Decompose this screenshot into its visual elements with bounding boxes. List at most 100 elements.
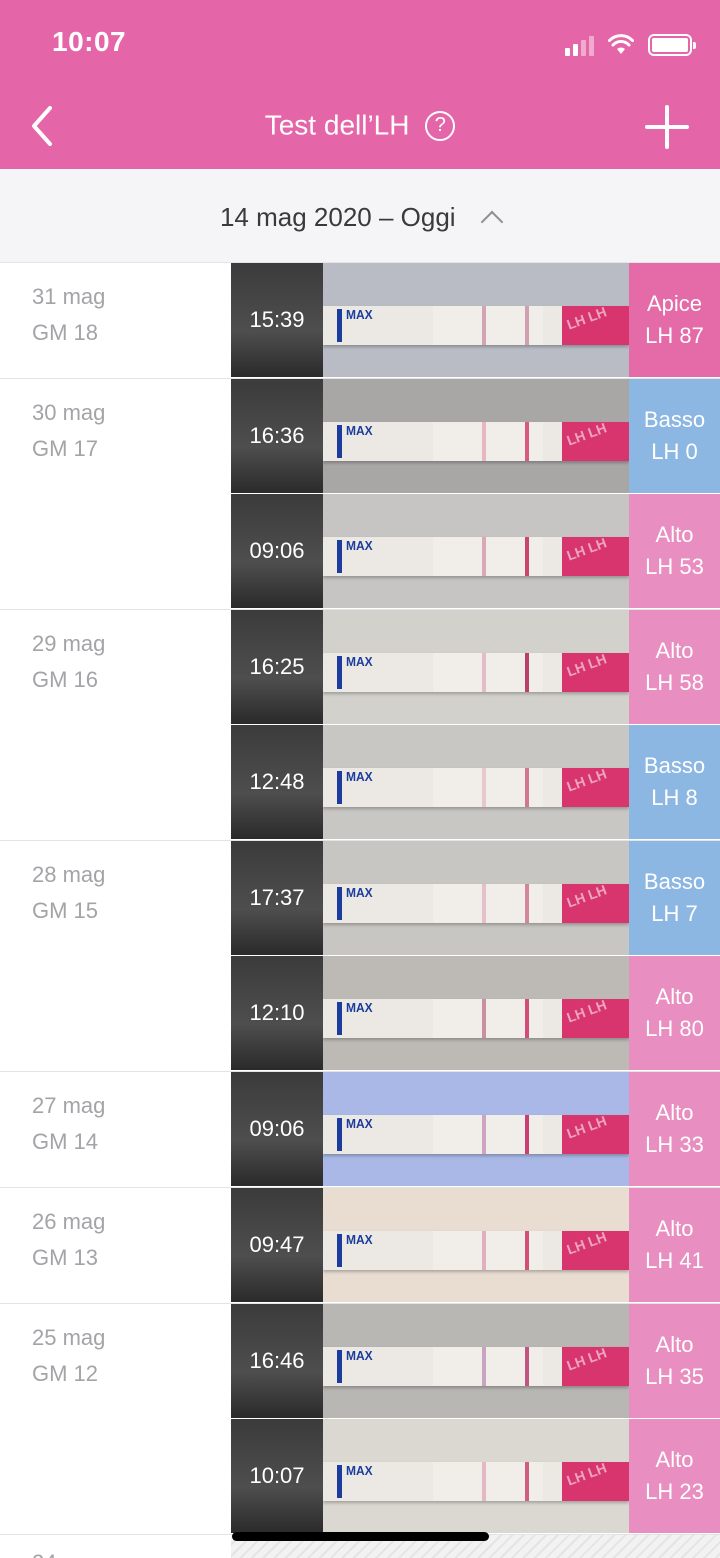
test-list: 31 mag GM 18 15:39 MAX Apice LH 87 30 mag GM 17…	[0, 262, 720, 1558]
add-test-button[interactable]	[644, 104, 690, 150]
strip-max-label: MAX	[346, 539, 373, 554]
strip-max-label: MAX	[346, 1464, 373, 1479]
date-range-selector[interactable]: 14 mag 2020 – Oggi	[0, 169, 720, 262]
cycle-day: GM 16	[32, 667, 99, 692]
day-date: 26 mag	[32, 1209, 106, 1234]
test-row[interactable]: 09:06 MAX Alto LH 53	[231, 494, 720, 609]
strip-max-label: MAX	[346, 424, 373, 439]
test-time: 16:25	[231, 610, 323, 724]
test-row[interactable]: 12:10 MAX Alto LH 80	[231, 956, 720, 1071]
day-label: 24 mag	[0, 1535, 231, 1558]
test-strip-photo: MAX	[323, 610, 629, 724]
cycle-day: GM 17	[32, 436, 99, 461]
test-strip-photo: MAX	[323, 1072, 629, 1186]
day-tests: 17:37 MAX Basso LH 7 12:10 MAX Alto LH 80	[231, 841, 720, 1071]
result-lh-value: LH 80	[645, 1016, 704, 1041]
cycle-day: GM 15	[32, 898, 99, 923]
test-strip-photo: MAX	[323, 1419, 629, 1533]
cellular-signal-icon	[565, 34, 594, 56]
result-lh-value: LH 23	[645, 1479, 704, 1504]
home-indicator[interactable]	[232, 1532, 489, 1541]
test-result: Alto LH 23	[629, 1419, 720, 1533]
status-icons	[565, 32, 696, 56]
test-time: 09:06	[231, 494, 323, 608]
result-level: Alto	[655, 1216, 694, 1241]
test-strip-photo: MAX	[323, 725, 629, 839]
test-strip-photo: MAX	[323, 956, 629, 1070]
day-date: 29 mag	[32, 631, 106, 656]
result-lh-value: LH 33	[645, 1132, 704, 1157]
day-tests: 15:39 MAX Apice LH 87	[231, 263, 720, 378]
test-row[interactable]: 10:07 MAX Alto LH 23	[231, 1419, 720, 1534]
test-time: 17:37	[231, 841, 323, 955]
strip-max-label: MAX	[346, 308, 373, 323]
day-label: 25 mag GM 12	[0, 1304, 231, 1534]
test-time: 12:48	[231, 725, 323, 839]
test-row[interactable]: 09:47 MAX Alto LH 41	[231, 1188, 720, 1303]
app-header: 10:07 Test dell’LH ?	[0, 0, 720, 169]
test-result: Alto LH 35	[629, 1304, 720, 1418]
test-result: Basso LH 7	[629, 841, 720, 955]
result-level: Alto	[655, 984, 694, 1009]
strip-max-label: MAX	[346, 655, 373, 670]
test-result: Alto LH 53	[629, 494, 720, 608]
test-result: Basso LH 8	[629, 725, 720, 839]
day-group: 31 mag GM 18 15:39 MAX Apice LH 87	[0, 262, 720, 378]
result-level: Alto	[655, 1447, 694, 1472]
day-label: 30 mag GM 17	[0, 379, 231, 609]
test-result: Alto LH 41	[629, 1188, 720, 1302]
chevron-up-icon	[480, 210, 504, 234]
test-row[interactable]: 16:36 MAX Basso LH 0	[231, 379, 720, 494]
test-time: 09:06	[231, 1072, 323, 1186]
day-date: 24 mag	[32, 1545, 231, 1558]
day-label: 29 mag GM 16	[0, 610, 231, 840]
result-level: Alto	[655, 522, 694, 547]
test-strip-photo: MAX	[323, 1188, 629, 1302]
day-group: 29 mag GM 16 16:25 MAX Alto LH 58 12:48 MAX Bass…	[0, 609, 720, 840]
result-lh-value: LH 58	[645, 670, 704, 695]
result-lh-value: LH 0	[651, 439, 698, 464]
test-time: 16:46	[231, 1304, 323, 1418]
day-group: 26 mag GM 13 09:47 MAX Alto LH 41	[0, 1187, 720, 1303]
status-time: 10:07	[52, 26, 127, 57]
test-row[interactable]: 12:48 MAX Basso LH 8	[231, 725, 720, 840]
battery-icon	[648, 34, 696, 56]
date-range-label: 14 mag 2020 – Oggi	[219, 202, 456, 232]
day-date: 27 mag	[32, 1093, 106, 1118]
day-group: 28 mag GM 15 17:37 MAX Basso LH 7 12:10 MAX Alto…	[0, 840, 720, 1071]
test-row[interactable]: 16:46 MAX Alto LH 35	[231, 1304, 720, 1419]
result-level: Basso	[643, 869, 706, 894]
cycle-day: GM 18	[32, 320, 99, 345]
day-date: 31 mag	[32, 284, 106, 309]
test-time: 09:47	[231, 1188, 323, 1302]
test-row[interactable]: 16:25 MAX Alto LH 58	[231, 610, 720, 725]
day-tests: 16:25 MAX Alto LH 58 12:48 MAX Basso LH 8	[231, 610, 720, 840]
day-tests: 16:36 MAX Basso LH 0 09:06 MAX Alto LH 53	[231, 379, 720, 609]
result-lh-value: LH 8	[651, 785, 698, 810]
test-result: Alto LH 80	[629, 956, 720, 1070]
page-title: Test dell’LH ?	[0, 108, 720, 142]
test-time: 16:36	[231, 379, 323, 493]
test-time: 10:07	[231, 1419, 323, 1533]
question-circle-icon[interactable]: ?	[425, 110, 456, 141]
result-level: Alto	[655, 1332, 694, 1357]
day-group: 25 mag GM 12 16:46 MAX Alto LH 35 10:07 MAX Alto…	[0, 1303, 720, 1534]
test-row[interactable]: 15:39 MAX Apice LH 87	[231, 263, 720, 378]
test-row[interactable]: 17:37 MAX Basso LH 7	[231, 841, 720, 956]
test-time: 15:39	[231, 263, 323, 377]
day-label: 28 mag GM 15	[0, 841, 231, 1071]
result-lh-value: LH 87	[645, 323, 704, 348]
test-strip-photo: MAX	[323, 841, 629, 955]
day-label: 27 mag GM 14	[0, 1072, 231, 1187]
day-tests: 09:47 MAX Alto LH 41	[231, 1188, 720, 1303]
day-group: 27 mag GM 14 09:06 MAX Alto LH 33	[0, 1071, 720, 1187]
test-strip-photo: MAX	[323, 494, 629, 608]
plus-icon	[645, 105, 689, 149]
test-time: 12:10	[231, 956, 323, 1070]
strip-max-label: MAX	[346, 886, 373, 901]
cycle-day: GM 14	[32, 1129, 99, 1154]
cycle-day: GM 12	[32, 1361, 99, 1386]
test-row[interactable]: 09:06 MAX Alto LH 33	[231, 1072, 720, 1187]
day-tests: 16:46 MAX Alto LH 35 10:07 MAX Alto LH 23	[231, 1304, 720, 1534]
test-result: Alto LH 58	[629, 610, 720, 724]
